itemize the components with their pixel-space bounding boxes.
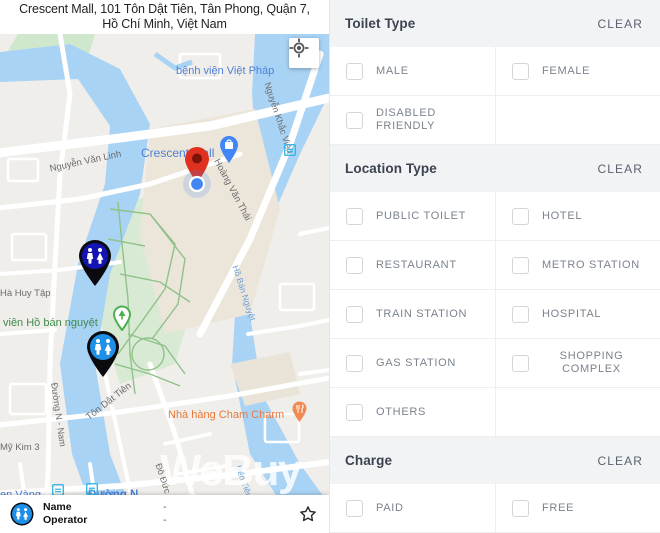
checkbox-label: DISABLED FRIENDLY — [376, 107, 437, 132]
restaurant-poi-icon[interactable] — [291, 400, 308, 423]
checkbox-label: PUBLIC TOILET — [376, 209, 466, 222]
checkbox-row-gas-station[interactable]: GAS STATION — [330, 339, 495, 388]
checkbox-row-free[interactable]: FREE — [495, 484, 660, 533]
crosshair-icon — [289, 38, 309, 58]
park-poi-icon[interactable] — [112, 305, 132, 331]
checkbox-icon[interactable] — [512, 207, 529, 225]
checkbox-icon[interactable] — [512, 62, 529, 80]
checkbox-row-disabled-friendly[interactable]: DISABLED FRIENDLY — [330, 96, 495, 145]
map-basemap — [0, 34, 329, 533]
checkbox-icon[interactable] — [346, 499, 363, 517]
section-title: Charge — [345, 453, 393, 468]
info-card-fields: Name - Operator - — [43, 501, 167, 527]
checkbox-icon[interactable] — [346, 354, 363, 372]
transit-square-icon[interactable] — [86, 483, 98, 495]
address-line-2: Hồ Chí Minh, Việt Nam — [102, 17, 227, 31]
toilet-avatar-icon — [10, 502, 34, 526]
address-bar[interactable]: Crescent Mall, 101 Tôn Dật Tiên, Tân Pho… — [0, 0, 329, 34]
checkbox-icon[interactable] — [346, 403, 363, 421]
option-grid-charge: PAID FREE — [330, 484, 660, 533]
toilet-marker-icon[interactable] — [84, 330, 122, 378]
checkbox-icon[interactable] — [512, 499, 529, 517]
checkbox-label: GAS STATION — [376, 356, 457, 369]
app-root: Crescent Mall, 101 Tôn Dật Tiên, Tân Pho… — [0, 0, 660, 533]
checkbox-label: FEMALE — [542, 64, 591, 77]
option-grid-location-type: PUBLIC TOILET HOTEL RESTAURANT METRO STA… — [330, 192, 660, 437]
checkbox-row-train-station[interactable]: TRAIN STATION — [330, 290, 495, 339]
checkbox-row-paid[interactable]: PAID — [330, 484, 495, 533]
section-title: Location Type — [345, 161, 437, 176]
checkbox-icon[interactable] — [346, 305, 363, 323]
address-line-1: Crescent Mall, 101 Tôn Dật Tiên, Tân Pho… — [19, 2, 310, 16]
checkbox-label: HOTEL — [542, 209, 583, 222]
checkbox-icon[interactable] — [346, 256, 363, 274]
checkbox-row-shopping-complex[interactable]: SHOPPING COMPLEX — [495, 339, 660, 388]
section-header-charge: Charge CLEAR — [330, 437, 660, 484]
map-canvas[interactable]: bệnh viện Việt Pháp Crescent Mall Nguyễn… — [0, 34, 329, 533]
checkbox-label: RESTAURANT — [376, 258, 457, 271]
checkbox-row-hospital[interactable]: HOSPITAL — [495, 290, 660, 339]
checkbox-row-others[interactable]: OTHERS — [330, 388, 495, 437]
checkbox-label: TRAIN STATION — [376, 307, 468, 320]
info-key: Operator — [43, 514, 88, 526]
address-text: Crescent Mall, 101 Tôn Dật Tiên, Tân Pho… — [19, 2, 310, 32]
section-header-location-type: Location Type CLEAR — [330, 145, 660, 192]
checkbox-row-female[interactable]: FEMALE — [495, 47, 660, 96]
checkbox-icon[interactable] — [512, 256, 529, 274]
favorite-button[interactable] — [297, 503, 319, 525]
checkbox-label: OTHERS — [376, 405, 427, 418]
checkbox-icon[interactable] — [512, 354, 529, 372]
checkbox-row-public-toilet[interactable]: PUBLIC TOILET — [330, 192, 495, 241]
checkbox-row-restaurant[interactable]: RESTAURANT — [330, 241, 495, 290]
checkbox-label: METRO STATION — [542, 258, 640, 271]
section-header-toilet-type: Toilet Type CLEAR — [330, 0, 660, 47]
star-outline-icon — [300, 506, 316, 522]
checkbox-icon[interactable] — [346, 62, 363, 80]
info-row: Name - — [43, 501, 167, 514]
info-value: - — [163, 501, 167, 513]
transit-square-icon[interactable] — [284, 144, 296, 156]
checkbox-label: FREE — [542, 501, 575, 514]
clear-button-location-type[interactable]: CLEAR — [595, 158, 645, 180]
checkbox-label: HOSPITAL — [542, 307, 602, 320]
checkbox-label: MALE — [376, 64, 409, 77]
place-info-card[interactable]: Name - Operator - — [0, 495, 329, 533]
section-title: Toilet Type — [345, 16, 416, 31]
info-value: - — [163, 514, 167, 526]
checkbox-label: SHOPPING COMPLEX — [559, 350, 624, 375]
checkbox-row-male[interactable]: MALE — [330, 47, 495, 96]
checkbox-row-hotel[interactable]: HOTEL — [495, 192, 660, 241]
filters-pane: Toilet Type CLEAR MALE FEMALE DISABLED F… — [329, 0, 660, 533]
map-pane: Crescent Mall, 101 Tôn Dật Tiên, Tân Pho… — [0, 0, 329, 533]
checkbox-label: PAID — [376, 501, 404, 514]
clear-button-charge[interactable]: CLEAR — [595, 450, 645, 472]
checkbox-icon[interactable] — [346, 207, 363, 225]
info-row: Operator - — [43, 514, 167, 527]
option-grid-toilet-type: MALE FEMALE DISABLED FRIENDLY — [330, 47, 660, 145]
current-location-dot — [183, 170, 211, 198]
shopping-poi-icon[interactable] — [218, 134, 240, 164]
my-location-button[interactable] — [289, 38, 319, 68]
toilet-marker-icon[interactable] — [76, 239, 114, 287]
checkbox-icon[interactable] — [512, 305, 529, 323]
empty-cell — [495, 96, 660, 145]
empty-cell — [495, 388, 660, 437]
checkbox-row-metro-station[interactable]: METRO STATION — [495, 241, 660, 290]
info-key: Name — [43, 501, 72, 513]
checkbox-icon[interactable] — [346, 111, 363, 129]
clear-button-toilet-type[interactable]: CLEAR — [595, 13, 645, 35]
